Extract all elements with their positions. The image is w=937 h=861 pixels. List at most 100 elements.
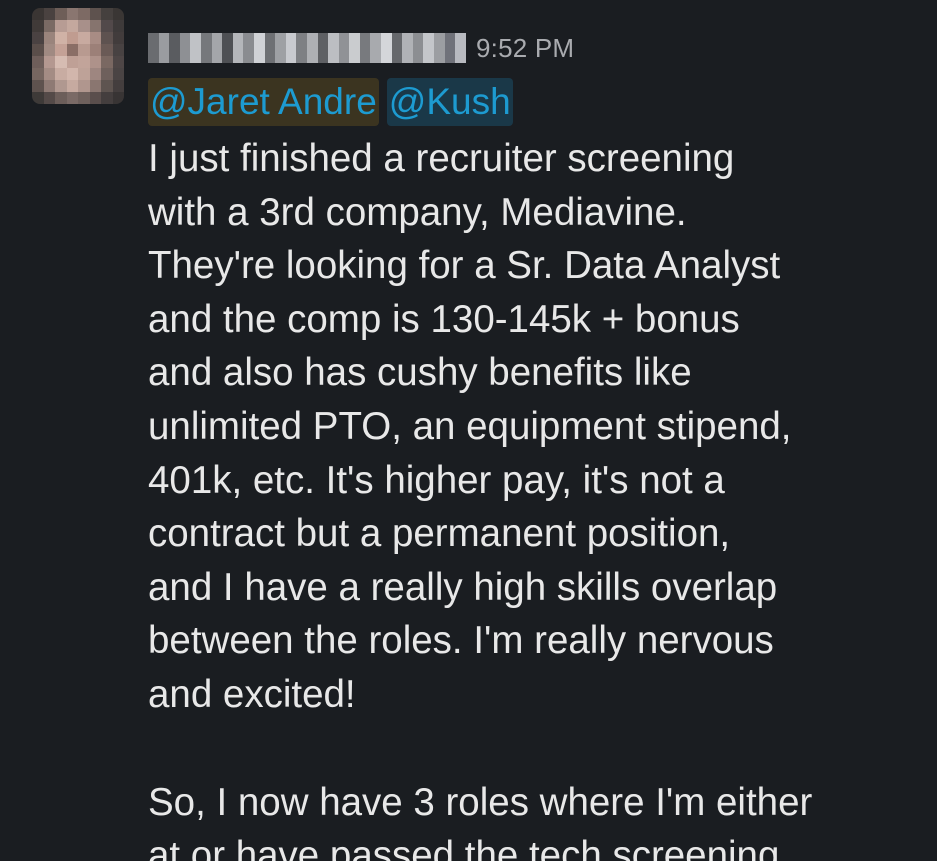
avatar-pixel [112, 8, 124, 20]
avatar-pixel [43, 92, 55, 104]
sender-name-pixel [328, 33, 339, 63]
message-line: and I have a really high skills overlap [148, 565, 778, 609]
sender-name-pixel [275, 33, 286, 63]
avatar-pixel [55, 56, 67, 68]
message-line: and excited! [148, 672, 356, 716]
avatar-pixel [43, 80, 55, 92]
message-paragraph-1: I just finished a recruiter screening wi… [148, 132, 928, 722]
message-header: 9:52 PM [148, 28, 574, 68]
avatar-pixel [43, 68, 55, 80]
sender-name-pixel [423, 33, 435, 63]
avatar-pixel [66, 80, 78, 92]
avatar-pixel [66, 32, 78, 44]
sender-name-pixel [317, 33, 329, 63]
message-line: with a 3rd company, Mediavine. [148, 190, 687, 234]
sender-name-redacted[interactable] [148, 33, 466, 63]
avatar-pixel [89, 20, 101, 32]
avatar-pixel [101, 20, 113, 32]
avatar-pixel [78, 44, 90, 56]
message-line: So, I now have 3 roles where I'm either [148, 780, 813, 824]
avatar-pixel [55, 92, 67, 104]
sender-name-pixel [412, 33, 424, 63]
message-line: I just finished a recruiter screening [148, 137, 735, 180]
avatar-pixel [32, 8, 44, 20]
mention-jaret-andre[interactable]: @Jaret Andre [148, 78, 379, 126]
avatar-pixel [32, 92, 44, 104]
avatar-pixel [78, 80, 90, 92]
avatar-pixel [101, 80, 113, 92]
avatar-pixel [32, 80, 44, 92]
avatar-pixel [89, 68, 101, 80]
sender-name-pixel [359, 33, 371, 63]
chat-message: 9:52 PM @Jaret Andre @Kush I just finish… [0, 0, 937, 861]
avatar-pixel [66, 56, 78, 68]
avatar-pixel [101, 92, 113, 104]
avatar-pixel [112, 44, 124, 56]
message-line: at or have passed the tech screening. [148, 834, 791, 861]
mention-kush[interactable]: @Kush [386, 78, 513, 126]
avatar-pixel [89, 80, 101, 92]
sender-name-pixel [391, 33, 403, 63]
avatar-pixel [89, 32, 101, 44]
avatar-pixel [78, 8, 90, 20]
message-line: They're looking for a Sr. Data Analyst [148, 244, 781, 288]
avatar-pixel [101, 44, 113, 56]
avatar[interactable] [32, 8, 124, 104]
avatar-pixel [55, 32, 67, 44]
sender-name-pixel [306, 33, 318, 63]
avatar-pixel [66, 68, 78, 80]
avatar-pixel [78, 56, 90, 68]
sender-name-pixel [285, 33, 297, 63]
avatar-pixel [101, 8, 113, 20]
sender-name-pixel [222, 33, 233, 63]
message-line: between the roles. I'm really nervous [148, 619, 774, 663]
avatar-pixel [78, 68, 90, 80]
message-line: contract but a permanent position, [148, 512, 731, 556]
avatar-pixel [78, 20, 90, 32]
sender-name-pixel [264, 33, 276, 63]
message-line: and also has cushy benefits like [148, 351, 692, 395]
avatar-pixel [78, 92, 90, 104]
sender-name-pixel [190, 33, 201, 63]
sender-name-pixel [158, 33, 170, 63]
avatar-pixel [66, 92, 78, 104]
sender-name-pixel [381, 33, 392, 63]
sender-name-pixel [370, 33, 382, 63]
avatar-pixel [32, 32, 44, 44]
sender-name-pixel [455, 33, 466, 63]
sender-name-pixel [169, 33, 180, 63]
sender-name-pixel [338, 33, 350, 63]
avatar-pixel [55, 44, 67, 56]
sender-name-pixel [296, 33, 307, 63]
mentions: @Jaret Andre @Kush [148, 78, 513, 126]
message-line: and the comp is 130-145k + bonus [148, 297, 740, 341]
sender-name-pixel [444, 33, 456, 63]
avatar-pixel [32, 56, 44, 68]
message-line: 401k, etc. It's higher pay, it's not a [148, 458, 725, 502]
avatar-pixel [55, 68, 67, 80]
sender-name-pixel [243, 33, 254, 63]
sender-name-pixel [232, 33, 244, 63]
avatar-pixel [89, 8, 101, 20]
sender-name-pixel [349, 33, 360, 63]
avatar-pixel [89, 56, 101, 68]
avatar-pixel [55, 20, 67, 32]
avatar-pixel [101, 32, 113, 44]
avatar-pixel [66, 44, 78, 56]
avatar-pixel [43, 44, 55, 56]
message-line: unlimited PTO, an equipment stipend, [148, 404, 792, 448]
sender-name-pixel [200, 33, 212, 63]
avatar-pixel [43, 56, 55, 68]
avatar-pixel [101, 56, 113, 68]
message-body: I just finished a recruiter screening wi… [148, 132, 928, 861]
sender-name-pixel [179, 33, 191, 63]
avatar-pixel [112, 56, 124, 68]
sender-name-pixel [434, 33, 445, 63]
sender-name-pixel [211, 33, 223, 63]
avatar-pixel [43, 8, 55, 20]
avatar-pixel [66, 8, 78, 20]
avatar-pixel [43, 32, 55, 44]
avatar-pixel [112, 32, 124, 44]
avatar-pixel [89, 44, 101, 56]
timestamp[interactable]: 9:52 PM [476, 33, 574, 64]
